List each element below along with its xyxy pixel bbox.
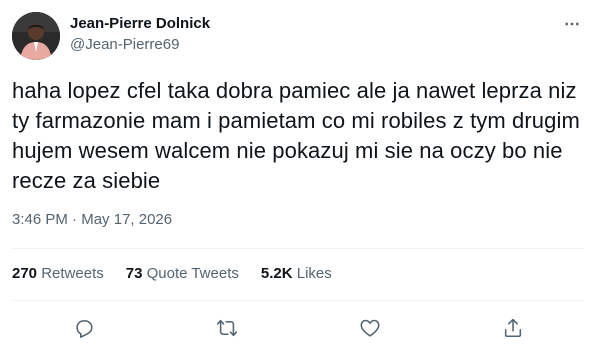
more-icon	[565, 22, 579, 26]
like-button[interactable]	[354, 312, 386, 344]
likes-count: 5.2K	[260, 265, 293, 282]
avatar-image	[12, 12, 60, 60]
reply-button[interactable]	[68, 312, 100, 344]
display-name[interactable]: Jean-Pierre Dolnick	[70, 14, 210, 34]
engagement-stats: 270 Retweets 73 Quote Tweets 5.2K Likes	[12, 264, 332, 284]
tweet-date[interactable]: May 17, 2026	[81, 211, 172, 228]
quotes-label: Quote Tweets	[146, 265, 239, 282]
action-bar	[12, 312, 584, 344]
tweet-card: Jean-Pierre Dolnick @Jean-Pierre69 haha …	[0, 0, 596, 364]
heart-icon	[360, 319, 379, 337]
likes-stat[interactable]: 5.2K Likes	[261, 264, 332, 284]
share-button[interactable]	[497, 312, 529, 344]
share-icon	[504, 318, 521, 338]
tweet-meta: 3:46 PM · May 17, 2026	[12, 210, 172, 230]
quotes-stat[interactable]: 73 Quote Tweets	[126, 264, 239, 284]
tweet-time[interactable]: 3:46 PM	[12, 211, 68, 228]
quotes-count: 73	[125, 265, 143, 282]
tweet-text: haha lopez cfel taka dobra pamiec ale ja…	[12, 78, 580, 193]
retweets-stat[interactable]: 270 Retweets	[12, 264, 104, 284]
retweets-label: Retweets	[41, 265, 104, 282]
retweet-button[interactable]	[211, 312, 243, 344]
retweets-count: 270	[12, 265, 38, 282]
meta-separator: ·	[72, 211, 78, 228]
more-button[interactable]	[560, 14, 584, 34]
reply-icon	[75, 320, 93, 338]
avatar[interactable]	[12, 12, 60, 60]
likes-label: Likes	[296, 265, 332, 282]
author-block: Jean-Pierre Dolnick @Jean-Pierre69	[70, 14, 210, 55]
divider	[12, 248, 584, 249]
divider	[12, 300, 584, 301]
user-handle[interactable]: @Jean-Pierre69	[70, 35, 210, 55]
retweet-icon	[216, 319, 237, 337]
